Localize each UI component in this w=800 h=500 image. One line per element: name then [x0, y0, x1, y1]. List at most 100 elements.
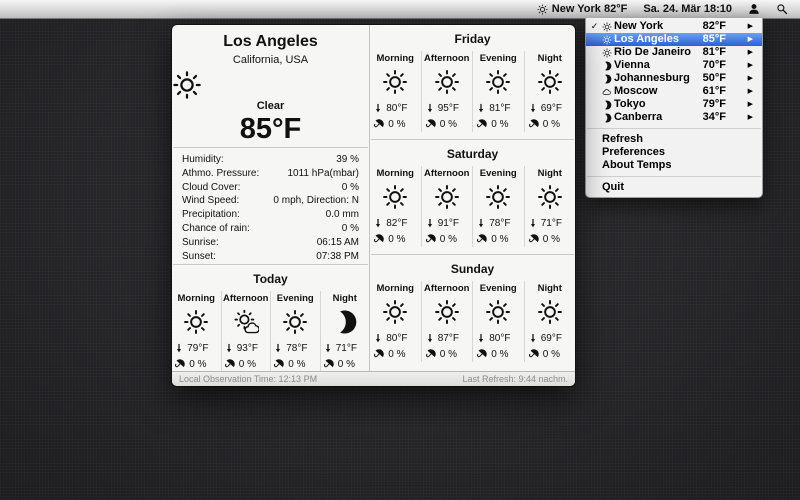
- period-rain: 0 %: [491, 234, 508, 245]
- umbrella-icon: [320, 356, 337, 373]
- spotlight-item[interactable]: [768, 0, 800, 18]
- sun-icon: [382, 64, 408, 100]
- period-temp: 91°F: [438, 218, 459, 229]
- city-temp: 50°F: [703, 72, 726, 85]
- submenu-arrow-icon: ▶: [748, 33, 753, 46]
- period-rain: 0 %: [491, 349, 508, 360]
- menu-item-preferences[interactable]: Preferences: [586, 146, 762, 159]
- weather-dropdown-menu: ✓ New York 82°F ▶ Los Angeles 85°F ▶ Rio…: [585, 18, 763, 198]
- period-label: Night: [538, 53, 562, 64]
- period-label: Morning: [377, 168, 414, 179]
- menu-separator: [587, 128, 761, 129]
- forecast-period: Afternoon 93°F 0 %: [221, 291, 271, 372]
- period-temp: 69°F: [541, 333, 562, 344]
- sun-icon: [382, 179, 408, 215]
- sun-icon: [485, 294, 511, 330]
- period-rain: 0 %: [440, 119, 457, 130]
- menu-item-los-angeles[interactable]: Los Angeles 85°F ▶: [586, 33, 762, 46]
- detail-row: Chance of rain:0 %: [182, 222, 359, 236]
- sun-icon: [600, 35, 613, 45]
- period-label: Night: [538, 283, 562, 294]
- temp-arrow-icon: [373, 217, 383, 229]
- umbrella-icon: [525, 346, 542, 363]
- forecast-period: Evening 81°F 0 %: [472, 51, 524, 132]
- sun-icon: [485, 64, 511, 100]
- menu-item-about[interactable]: About Temps: [586, 159, 762, 172]
- forecast-period: Evening 80°F 0 %: [472, 281, 524, 362]
- section-title: Today: [172, 272, 369, 286]
- menu-item-canberra[interactable]: Canberra 34°F ▶: [586, 111, 762, 124]
- section-title: Friday: [370, 32, 575, 46]
- period-temp: 93°F: [237, 343, 258, 354]
- menu-item-tokyo[interactable]: Tokyo 79°F ▶: [586, 98, 762, 111]
- menu-item-refresh[interactable]: Refresh: [586, 133, 762, 146]
- menu-item-new-york[interactable]: ✓ New York 82°F ▶: [586, 20, 762, 33]
- moon-icon: [332, 304, 358, 340]
- period-temp: 87°F: [438, 333, 459, 344]
- clock-item[interactable]: Sa. 24. Mär 18:10: [635, 0, 740, 18]
- city-temp: 81°F: [703, 46, 726, 59]
- submenu-arrow-icon: ▶: [748, 59, 753, 72]
- moon-icon: [600, 113, 613, 123]
- sun-cloud-icon: [233, 304, 259, 340]
- sun-icon: [485, 179, 511, 215]
- city-temp: 82°F: [703, 20, 726, 33]
- moon-icon: [600, 74, 613, 84]
- temp-arrow-icon: [476, 217, 486, 229]
- period-temp: 71°F: [541, 218, 562, 229]
- umbrella-icon: [172, 356, 189, 373]
- menu-item-johannesburg[interactable]: Johannesburg 50°F ▶: [586, 72, 762, 85]
- forecast-period: Evening 78°F 0 %: [472, 166, 524, 247]
- sun-icon: [537, 4, 548, 15]
- city-name: Tokyo: [613, 98, 646, 111]
- temp-arrow-icon: [528, 217, 538, 229]
- period-rain: 0 %: [388, 234, 405, 245]
- umbrella-icon: [422, 231, 439, 248]
- forecast-section-friday: Friday Morning 80°F 0 % Afternoon 95°F 0…: [370, 25, 575, 139]
- forecast-period: Night 71°F 0 %: [320, 291, 370, 372]
- detail-row: Wind Speed:0 mph, Direction: N: [182, 194, 359, 208]
- temp-arrow-icon: [425, 332, 435, 344]
- menubar-clock: Sa. 24. Mär 18:10: [643, 3, 732, 15]
- menu-separator: [587, 176, 761, 177]
- menu-item-rio-de-janeiro[interactable]: Rio De Janeiro 81°F ▶: [586, 46, 762, 59]
- period-label: Evening: [480, 53, 517, 64]
- forecast-period: Evening 78°F 0 %: [270, 291, 320, 372]
- period-temp: 81°F: [489, 103, 510, 114]
- temp-arrow-icon: [528, 102, 538, 114]
- period-rain: 0 %: [491, 119, 508, 130]
- submenu-arrow-icon: ▶: [748, 85, 753, 98]
- detail-row: Athmo. Pressure:1011 hPa(mbar): [182, 167, 359, 181]
- temp-arrow-icon: [425, 217, 435, 229]
- status-city-temp: New York 82°F: [552, 3, 628, 15]
- umbrella-icon: [371, 116, 388, 133]
- sun-icon: [183, 304, 209, 340]
- sun-icon: [600, 22, 613, 32]
- temp-arrow-icon: [476, 102, 486, 114]
- city-name: Vienna: [613, 59, 650, 72]
- temp-arrow-icon: [323, 342, 333, 354]
- window-status-bar: Local Observation Time: 12:13 PM Last Re…: [172, 371, 575, 386]
- forecast-section-today: Today Morning 79°F 0 % Afternoon 93°F 0 …: [172, 265, 369, 372]
- umbrella-icon: [422, 116, 439, 133]
- menu-item-moscow[interactable]: Moscow 61°F ▶: [586, 85, 762, 98]
- menu-item-vienna[interactable]: Vienna 70°F ▶: [586, 59, 762, 72]
- period-label: Afternoon: [424, 168, 469, 179]
- weather-status-item[interactable]: New York 82°F: [529, 0, 636, 18]
- sun-icon: [537, 294, 563, 330]
- period-temp: 69°F: [541, 103, 562, 114]
- temp-arrow-icon: [528, 332, 538, 344]
- period-rain: 0 %: [440, 349, 457, 360]
- current-region: California, USA: [172, 54, 369, 66]
- sun-icon: [434, 294, 460, 330]
- submenu-arrow-icon: ▶: [748, 111, 753, 124]
- menu-item-quit[interactable]: Quit: [586, 181, 762, 194]
- period-temp: 95°F: [438, 103, 459, 114]
- umbrella-icon: [371, 231, 388, 248]
- last-refresh: Last Refresh: 9:44 nachm.: [462, 374, 568, 384]
- user-menu-item[interactable]: [740, 0, 768, 18]
- period-rain: 0 %: [440, 234, 457, 245]
- submenu-arrow-icon: ▶: [748, 98, 753, 111]
- sun-icon: [537, 179, 563, 215]
- period-label: Evening: [480, 283, 517, 294]
